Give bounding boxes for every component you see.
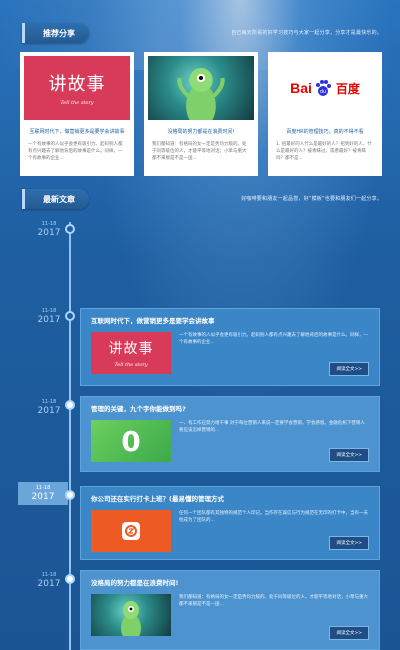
- date-month-day: 11-18: [35, 485, 51, 491]
- baidu-logo-image: Bai du 百度: [272, 56, 378, 120]
- clock-in-icon: [122, 522, 140, 540]
- timeline-dot: [65, 490, 75, 500]
- read-more-button[interactable]: 阅读全文>>: [329, 626, 369, 640]
- timeline-dot: [65, 224, 75, 234]
- baidu-logo-bai: Bai: [290, 80, 312, 96]
- thumb-small-text: Tell the story: [114, 362, 148, 368]
- recommend-header: 推荐分享: [22, 22, 89, 44]
- card-desc: 1. 招最好的人什么是最好的人？招到好的人，什么是最好的人？被青睐过，或者最好？…: [276, 142, 372, 161]
- zero-thumb-text: 0: [121, 424, 141, 458]
- thumb-big-text: 讲故事: [108, 341, 154, 357]
- card-desc: 一个有故事的人似乎会更有吸引力。起码别人都有点兴趣去了解他背后的故事是什么。同样…: [28, 142, 123, 161]
- article-title: 管理的关键，九个字你能做到吗?: [91, 405, 186, 413]
- read-more-button[interactable]: 阅读全文>>: [329, 448, 369, 462]
- alien-image: [91, 594, 171, 636]
- date-year: 2017: [31, 492, 55, 502]
- card-title: 百度HR的管理技巧，真的不得不看: [286, 129, 364, 135]
- article-title: 互联网时代下，做营销更多是要学会讲故事: [91, 317, 215, 325]
- baidu-logo-cn: 百度: [335, 81, 360, 96]
- alien-image: [148, 56, 254, 120]
- timeline-dot: [65, 311, 75, 321]
- svg-text:du: du: [320, 89, 326, 95]
- recommend-card[interactable]: 讲故事 Tell the story 互联网时代下，做营销更多是要学会讲故事 一…: [20, 52, 134, 176]
- latest-title: 最新文章: [22, 189, 89, 209]
- paw-icon: du: [315, 80, 331, 96]
- article-excerpt: 一个有故事的人似乎会更有吸引力。起码别人都有点兴趣去了解他背后的故事是什么。同样…: [179, 333, 368, 345]
- article-card[interactable]: 你公司还在实行打卡上班？(最易懂的管理方式 任何一个团队都有其独特的规范个人印记…: [80, 486, 380, 560]
- recommend-card[interactable]: 没格局的努力都是在浪费时间! 我们都知道：有格局的女一定是势均力敌的。处于同等级…: [144, 52, 258, 176]
- thumb-small-text: Tell the story: [60, 100, 94, 106]
- article-card[interactable]: 互联网时代下，做营销更多是要学会讲故事 讲故事 Tell the story 一…: [80, 308, 380, 386]
- read-more-button[interactable]: 阅读全文>>: [329, 536, 369, 550]
- article-title: 你公司还在实行打卡上班？(最易懂的管理方式: [91, 495, 224, 503]
- recommend-title: 推荐分享: [22, 23, 89, 43]
- thumb-big-text: 讲故事: [48, 74, 106, 95]
- article-card[interactable]: 管理的关键，九个字你能做到吗? 0 一、有工作应努力增干事 对于每位营销人来说一…: [80, 396, 380, 472]
- article-card[interactable]: 没格局的努力都是在浪费时间! 我们都知道：有格局的女一定是势均力敌的。处于同等级…: [80, 570, 380, 650]
- storytelling-image: 讲故事 Tell the story: [91, 332, 171, 374]
- zero-image: 0: [91, 420, 171, 462]
- article-excerpt: 一、有工作应努力增干事 对于每位营销人来说一定要学会营销，学会感恩。金融危机下营…: [179, 421, 365, 433]
- card-desc: 我们都知道：有格局的女一定是势均力敌的。处于同等级位的人，才能平等地对话；小草与…: [152, 142, 247, 161]
- timeline-date-active: 11-18 2017: [18, 482, 68, 505]
- read-more-button[interactable]: 阅读全文>>: [329, 362, 369, 376]
- timeline-dot: [65, 400, 75, 410]
- timeline-dot: [65, 574, 75, 584]
- latest-subtitle: 好咖啡要和朋友一起品尝，好“模板”也要和朋友们一起分享。: [241, 196, 382, 202]
- recommend-card[interactable]: Bai du 百度 百度HR的管理技巧，真的不得不看 1. 招最好的人什么是最好…: [268, 52, 382, 176]
- storytelling-image: 讲故事 Tell the story: [24, 56, 130, 120]
- article-title: 没格局的努力都是在浪费时间!: [91, 579, 179, 587]
- recommend-subtitle: 自己每天所看的好学习技巧与大家一起分享，分享才是最快乐的。: [231, 30, 382, 36]
- article-excerpt: 我们都知道：有格局的女一定是势均力敌的。处于同等级位的人，才能平等地对话；小草与…: [179, 595, 368, 607]
- recommend-cards: 讲故事 Tell the story 互联网时代下，做营销更多是要学会讲故事 一…: [20, 52, 382, 176]
- latest-header: 最新文章: [22, 188, 89, 210]
- card-title: 互联网时代下，做营销更多是要学会讲故事: [29, 129, 125, 135]
- clock-in-image: [91, 510, 171, 552]
- card-title: 没格局的努力都是在浪费时间!: [167, 129, 235, 135]
